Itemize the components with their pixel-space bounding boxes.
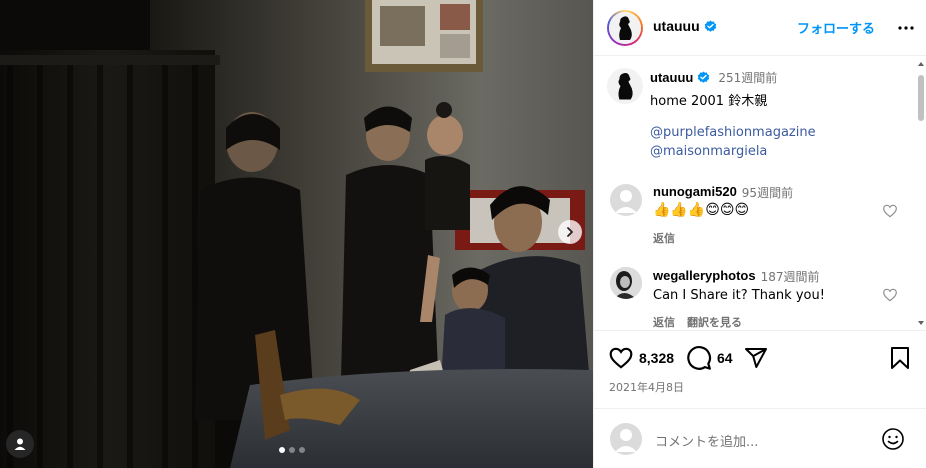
silhouette-avatar-icon	[609, 12, 641, 44]
comment-age: 95週間前	[741, 186, 794, 200]
comment-composer: コメントを追加...	[594, 408, 926, 468]
caption-text: home 2001 鈴木親	[650, 94, 768, 109]
like-heart-icon[interactable]	[608, 345, 634, 371]
reply-button[interactable]: 返信	[653, 230, 675, 246]
viewer-avatar	[610, 423, 642, 455]
comment-like-heart-icon[interactable]	[882, 203, 898, 219]
comment-username[interactable]: nunogami520	[653, 184, 737, 201]
commenter-avatar[interactable]	[610, 184, 642, 216]
post-detail-panel: utauuu フォローする utauuu 251週間前 home 2001 鈴木…	[593, 0, 926, 468]
comment-input[interactable]: コメントを追加...	[655, 431, 758, 450]
translate-button[interactable]: 翻訳を見る	[687, 314, 742, 330]
profile-photo-icon	[610, 267, 642, 299]
next-slide-button[interactable]	[558, 220, 582, 244]
comments-list[interactable]: utauuu 251週間前 home 2001 鈴木親 @purplefashi…	[594, 57, 926, 331]
carousel-dot-3	[299, 447, 305, 453]
scrollbar-thumb[interactable]	[918, 75, 924, 121]
caption-username[interactable]: utauuu	[650, 70, 693, 85]
tagged-users-button[interactable]	[6, 430, 34, 458]
author-username[interactable]: utauuu	[653, 18, 700, 34]
photo-scene	[0, 0, 593, 468]
scroll-down-arrow-icon	[918, 321, 924, 325]
user-tag-icon	[14, 438, 26, 450]
like-count[interactable]: 8,328	[639, 350, 674, 366]
comment-text: Can I Share it? Thank you!	[653, 288, 825, 303]
post-image[interactable]	[0, 0, 593, 468]
verified-badge-icon	[698, 71, 710, 83]
default-avatar-icon	[615, 190, 637, 213]
post-actions: 8,328 64 2021年4月8日	[594, 332, 926, 408]
default-avatar-icon	[615, 429, 637, 452]
comment-bubble-icon[interactable]	[686, 345, 712, 371]
carousel-indicator	[279, 447, 305, 453]
carousel-dot-1	[279, 447, 285, 453]
post-header: utauuu フォローする	[594, 0, 926, 56]
reply-button[interactable]: 返信	[653, 314, 675, 330]
more-horizontal-icon	[898, 26, 914, 30]
mention-link-margiela[interactable]: @maisonmargiela	[650, 144, 767, 159]
commenter-avatar[interactable]	[610, 267, 642, 299]
caption-avatar[interactable]	[607, 68, 643, 104]
mention-link-purple[interactable]: @purplefashionmagazine	[650, 125, 816, 140]
share-paper-plane-icon[interactable]	[744, 346, 768, 370]
save-bookmark-icon[interactable]	[889, 346, 911, 370]
comments-scrollbar[interactable]	[916, 57, 926, 331]
emoji-smiley-icon[interactable]	[881, 427, 905, 451]
verified-badge-icon	[704, 19, 716, 32]
silhouette-avatar-icon	[607, 68, 643, 104]
carousel-dot-2	[289, 447, 295, 453]
comment-age: 187週間前	[760, 270, 820, 284]
comment-count[interactable]: 64	[717, 350, 733, 366]
comment-like-heart-icon[interactable]	[882, 287, 898, 303]
comment-text: 👍👍👍😊😊😊	[653, 202, 750, 218]
scroll-up-arrow-icon	[918, 62, 924, 66]
more-options-button[interactable]	[896, 18, 916, 42]
comment-username[interactable]: wegalleryphotos	[653, 268, 756, 285]
follow-button[interactable]: フォローする	[797, 18, 875, 37]
author-avatar[interactable]	[607, 10, 643, 46]
caption-age: 251週間前	[718, 71, 778, 85]
post-date: 2021年4月8日	[609, 381, 684, 394]
chevron-right-icon	[567, 227, 573, 237]
